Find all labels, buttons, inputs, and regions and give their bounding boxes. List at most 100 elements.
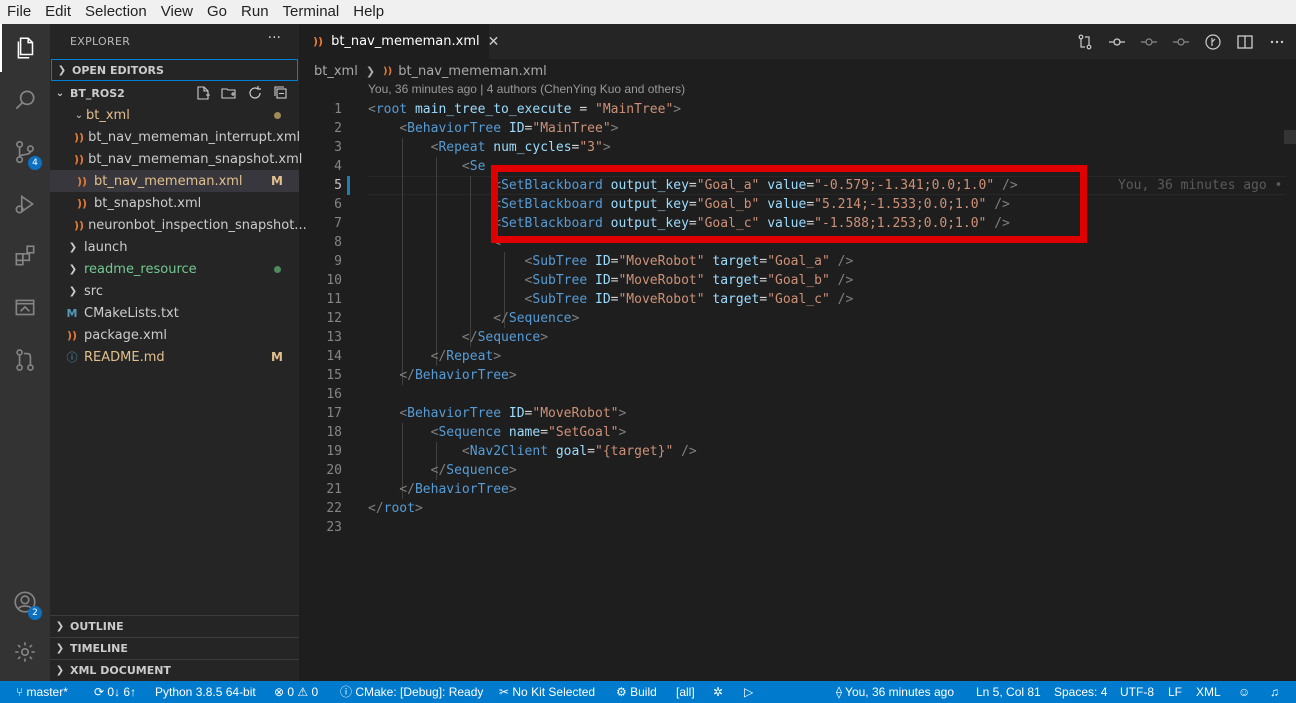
code-line[interactable]: <SubTree ID="MoveRobot" target="Goal_b" … xyxy=(368,271,854,290)
editor-tab[interactable]: )) bt_nav_mememan.xml ✕ xyxy=(299,24,499,59)
code-line[interactable]: </Repeat> xyxy=(368,347,501,366)
problems-status[interactable]: ⊗ 0 ⚠ 0 xyxy=(274,681,318,703)
menu-file[interactable]: File xyxy=(0,0,38,24)
indentation-status[interactable]: Spaces: 4 xyxy=(1054,681,1107,703)
bug-icon: ✲ xyxy=(713,685,724,699)
menu-view[interactable]: View xyxy=(154,0,200,24)
pull-requests-activity[interactable] xyxy=(0,336,50,384)
more-actions-icon[interactable] xyxy=(1268,33,1286,51)
code-line[interactable]: </Sequence> xyxy=(368,461,517,480)
cmake-status[interactable]: ⓘ CMake: [Debug]: Ready xyxy=(340,681,483,703)
code-line[interactable]: <BehaviorTree ID="MainTree"> xyxy=(368,119,618,138)
line-number: 19 xyxy=(326,444,342,459)
next-change-icon[interactable] xyxy=(1172,33,1190,51)
tree-folder-launch[interactable]: ❯ launch xyxy=(50,236,299,258)
code-line[interactable]: </Sequence> xyxy=(368,328,548,347)
tree-folder-src[interactable]: ❯ src xyxy=(50,280,299,302)
explorer-activity[interactable] xyxy=(0,24,50,72)
extensions-activity[interactable] xyxy=(0,232,50,280)
line-number: 8 xyxy=(334,235,342,250)
timeline-icon[interactable] xyxy=(1204,33,1222,51)
menu-go[interactable]: Go xyxy=(200,0,234,24)
minimap-slider[interactable] xyxy=(1284,130,1296,144)
tree-file[interactable]: )) bt_snapshot.xml xyxy=(50,192,299,214)
breadcrumb-folder[interactable]: bt_xml xyxy=(314,64,358,79)
tree-folder-readme-resource[interactable]: ❯ readme_resource xyxy=(50,258,299,280)
git-blame-status[interactable]: ⟠ You, 36 minutes ago xyxy=(836,681,954,703)
breadcrumb-file[interactable]: bt_nav_mememan.xml xyxy=(398,64,547,79)
compare-changes-icon[interactable] xyxy=(1076,33,1094,51)
menu-terminal[interactable]: Terminal xyxy=(276,0,347,24)
open-changes-icon[interactable] xyxy=(1108,33,1126,51)
tree-file[interactable]: M CMakeLists.txt xyxy=(50,302,299,324)
cursor-position[interactable]: Ln 5, Col 81 xyxy=(976,681,1041,703)
split-editor-icon[interactable] xyxy=(1236,33,1254,51)
tree-file[interactable]: )) package.xml xyxy=(50,324,299,346)
feedback-button[interactable]: ☺ xyxy=(1238,681,1250,703)
tree-label: bt_nav_mememan_interrupt.xml xyxy=(88,129,301,145)
manage-activity[interactable] xyxy=(0,628,50,676)
timeline-section[interactable]: ❯ TIMELINE xyxy=(50,637,299,659)
sync-status[interactable]: ⟳ 0↓ 6↑ xyxy=(94,681,136,703)
tree-label: README.md xyxy=(84,349,165,365)
menu-selection[interactable]: Selection xyxy=(78,0,154,24)
encoding-status[interactable]: UTF-8 xyxy=(1120,681,1154,703)
tree-folder-bt-xml[interactable]: ⌄ bt_xml xyxy=(50,104,299,126)
line-number: 1 xyxy=(334,102,342,117)
outline-section[interactable]: ❯ OUTLINE xyxy=(50,615,299,637)
code-line[interactable]: </Sequence> xyxy=(368,309,579,328)
code-line[interactable]: </root> xyxy=(368,499,423,518)
search-activity[interactable] xyxy=(0,76,50,124)
line-number: 3 xyxy=(334,140,342,155)
tree-file-selected[interactable]: )) bt_nav_mememan.xml M xyxy=(50,170,299,192)
collapse-all-icon[interactable] xyxy=(273,85,289,101)
close-icon[interactable]: ✕ xyxy=(488,34,500,50)
cmake-kit-status[interactable]: ✂ No Kit Selected xyxy=(499,681,595,703)
code-line[interactable]: <Sequence name="SetGoal"> xyxy=(368,423,627,442)
code-line[interactable]: <Nav2Client goal="{target}" /> xyxy=(368,442,697,461)
menu-run[interactable]: Run xyxy=(234,0,276,24)
code-line[interactable]: < xyxy=(368,233,501,252)
python-interpreter[interactable]: Python 3.8.5 64-bit xyxy=(155,681,256,703)
tree-file[interactable]: )) bt_nav_mememan_snapshot.xml xyxy=(50,148,302,170)
code-line[interactable]: <SubTree ID="MoveRobot" target="Goal_a" … xyxy=(368,252,854,271)
menu-help[interactable]: Help xyxy=(346,0,391,24)
eol-status[interactable]: LF xyxy=(1168,681,1182,703)
previous-change-icon[interactable] xyxy=(1140,33,1158,51)
breadcrumb: bt_xml ❯ )) bt_nav_mememan.xml xyxy=(314,61,547,81)
code-line[interactable]: </BehaviorTree> xyxy=(368,480,516,499)
notifications-button[interactable]: ♫ xyxy=(1270,681,1279,703)
remote-explorer-activity[interactable] xyxy=(0,284,50,332)
source-control-activity[interactable]: 4 xyxy=(0,128,50,176)
open-editors-section[interactable]: ❯ OPEN EDITORS xyxy=(51,59,298,81)
tree-file[interactable]: )) neuronbot_inspection_snapshot... xyxy=(50,214,307,236)
code-line[interactable]: <SubTree ID="MoveRobot" target="Goal_c" … xyxy=(368,290,854,309)
code-line[interactable]: <root main_tree_to_execute = "MainTree"> xyxy=(368,100,681,119)
line-number: 16 xyxy=(326,387,342,402)
launch-button[interactable]: ▷ xyxy=(744,681,753,703)
tree-file[interactable]: ⓘ README.md M xyxy=(50,346,299,368)
xml-document-section[interactable]: ❯ XML DOCUMENT xyxy=(50,659,299,681)
tree-file[interactable]: )) bt_nav_mememan_interrupt.xml xyxy=(50,126,301,148)
code-line[interactable]: <Repeat num_cycles="3"> xyxy=(368,138,611,157)
explorer-more-button[interactable]: ··· xyxy=(268,30,281,46)
branch-status[interactable]: ⑂ master* xyxy=(16,681,68,703)
code-line[interactable]: <BehaviorTree ID="MoveRobot"> xyxy=(368,404,626,423)
build-target[interactable]: [all] xyxy=(676,681,695,703)
run-debug-activity[interactable] xyxy=(0,180,50,228)
debug-button[interactable]: ✲ xyxy=(713,681,723,703)
code-line[interactable]: <Se xyxy=(368,157,485,176)
refresh-icon[interactable] xyxy=(247,85,263,101)
new-file-icon[interactable] xyxy=(195,85,211,101)
build-button[interactable]: ⚙ Build xyxy=(616,681,657,703)
menu-edit[interactable]: Edit xyxy=(38,0,78,24)
accounts-activity[interactable]: 2 xyxy=(0,578,50,626)
new-folder-icon[interactable] xyxy=(221,85,237,101)
chevron-down-icon: ⌄ xyxy=(74,109,84,121)
language-mode[interactable]: XML xyxy=(1196,681,1221,703)
code-line[interactable]: </BehaviorTree> xyxy=(368,366,516,385)
line-number: 15 xyxy=(326,368,342,383)
untracked-dot-icon xyxy=(274,265,281,273)
git-codelens[interactable]: You, 36 minutes ago | 4 authors (ChenYin… xyxy=(368,82,685,96)
branch-icon: ⑂ xyxy=(16,685,27,699)
